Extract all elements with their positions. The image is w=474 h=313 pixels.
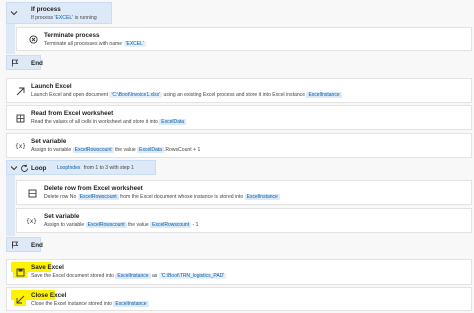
delete-row-desc: Delete row No ExcelRowscount from the Ex… (44, 194, 280, 200)
read-icon (16, 114, 25, 123)
if-process-step[interactable]: If process If process 'EXCEL' is running (6, 2, 112, 24)
save-excel-title: Save Excel (31, 264, 64, 271)
close-excel-title: Close Excel (31, 292, 67, 299)
flag-icon (11, 59, 19, 67)
terminate-desc: Terminate all processes with name 'EXCEL… (44, 41, 146, 47)
read-worksheet-step[interactable]: Read from Excel worksheet Read the value… (6, 105, 472, 130)
save-excel-desc: Save the Excel document stored into Exce… (31, 273, 227, 279)
delete-row-icon (28, 189, 37, 198)
terminate-icon (29, 35, 38, 44)
collapse-chevron-icon[interactable] (10, 164, 18, 172)
end-if-title: End (31, 60, 43, 67)
loop-desc: LoopIndex from 1 to 3 with step 1 (55, 165, 134, 171)
loop-step[interactable]: Loop LoopIndex from 1 to 3 with step 1 (6, 160, 156, 175)
close-excel-step[interactable]: Close Excel Close the Excel instance sto… (6, 287, 472, 311)
launch-excel-title: Launch Excel (31, 83, 72, 90)
set-variable-title: Set variable (31, 138, 67, 145)
end-loop-title: End (31, 242, 43, 249)
if-process-desc: If process 'EXCEL' is running (31, 15, 97, 21)
close-excel-icon (16, 295, 25, 304)
if-block-rail (6, 24, 15, 54)
delete-row-title: Delete row from Excel worksheet (44, 185, 143, 192)
loop-title: Loop (31, 165, 47, 172)
set-variable-desc: Assign to variable ExcelRowscount the va… (44, 222, 199, 228)
set-variable-desc: Assign to variable ExcelRowscount the va… (31, 147, 201, 153)
terminate-title: Terminate process (44, 32, 100, 39)
flag-icon (11, 241, 19, 249)
launch-excel-step[interactable]: Launch Excel Launch Excel and open docum… (6, 78, 472, 103)
save-excel-step[interactable]: Save Excel Save the Excel document store… (6, 259, 472, 285)
end-if-step[interactable]: End (6, 55, 43, 70)
launch-arrow-icon (16, 87, 25, 96)
loop-icon (20, 164, 29, 173)
set-variable-title: Set variable (44, 213, 80, 220)
variable-icon: {x} (15, 143, 26, 150)
save-excel-icon (16, 268, 25, 277)
read-worksheet-desc: Read the values of all cells in workshee… (31, 119, 187, 125)
end-loop-step[interactable]: End (6, 237, 43, 252)
set-variable-step[interactable]: {x} Set variable Assign to variable Exce… (16, 208, 472, 233)
close-excel-desc: Close the Excel instance stored into Exc… (31, 301, 149, 307)
terminate-process-step[interactable]: Terminate process Terminate all processe… (16, 27, 472, 51)
flow-canvas: If process If process 'EXCEL' is running… (0, 0, 474, 313)
if-process-title: If process (31, 6, 61, 13)
delete-row-step[interactable]: Delete row from Excel worksheet Delete r… (16, 180, 472, 205)
read-worksheet-title: Read from Excel worksheet (31, 110, 114, 117)
set-variable-step[interactable]: {x} Set variable Assign to variable Exce… (6, 133, 472, 158)
collapse-chevron-icon[interactable] (10, 9, 18, 17)
variable-icon: {x} (26, 218, 37, 225)
loop-block-rail (6, 175, 15, 236)
launch-excel-desc: Launch Excel and open document 'C:\Boot\… (31, 92, 342, 98)
